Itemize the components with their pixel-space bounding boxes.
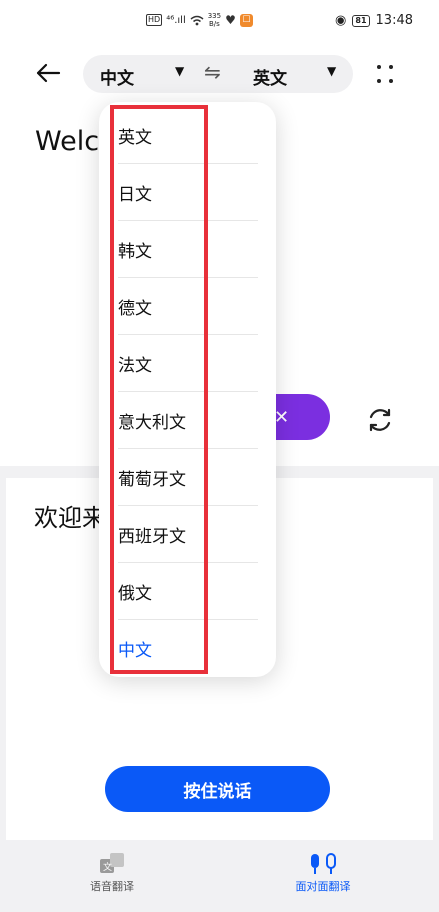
heart-icon: ♥ [225,13,236,27]
svg-text:文: 文 [103,861,112,873]
nav-voice-translation[interactable]: 文 语音翻译 [67,850,157,894]
hd-icon: HD [146,14,163,26]
nav-label: 面对面翻译 [295,880,351,893]
network-speed: 335 B/s [207,12,222,28]
refresh-button[interactable] [365,405,395,435]
app-notification-icon: ☐ [239,13,253,27]
wifi-icon [190,15,204,25]
back-button[interactable] [32,57,64,89]
more-options-button[interactable] [370,60,400,90]
target-language[interactable]: 英文 [253,64,287,89]
hold-to-talk-button[interactable]: 按住说话 [105,766,330,812]
chevron-down-icon[interactable]: ▼ [175,64,184,78]
swap-icon[interactable]: ⇋ [204,60,221,84]
target-text: 欢迎来 [34,504,106,532]
status-bar: HD ⁴⁶.ıll 335 B/s ♥ ☐ ◉ 81 13:48 [0,0,439,44]
signal-icon: ⁴⁶.ıll [166,14,186,26]
clock: 13:48 [375,13,413,28]
voice-translate-icon: 文 [100,853,124,873]
face-to-face-icon [311,853,336,874]
language-selector-bar: 中文 ▼ ⇋ 英文 ▼ [83,55,353,93]
nav-label: 语音翻译 [90,880,134,893]
highlight-box [110,105,208,674]
close-icon: ✕ [274,406,290,428]
nav-face-to-face-translation[interactable]: 面对面翻译 [278,850,368,894]
source-language[interactable]: 中文 [100,64,134,89]
bottom-navigation: 文 语音翻译 面对面翻译 [0,842,439,912]
refresh-icon [369,408,391,432]
eye-comfort-icon: ◉ [335,13,347,28]
chevron-down-icon[interactable]: ▼ [327,64,336,78]
battery-icon: 81 [352,14,370,27]
back-arrow-icon [36,63,61,83]
